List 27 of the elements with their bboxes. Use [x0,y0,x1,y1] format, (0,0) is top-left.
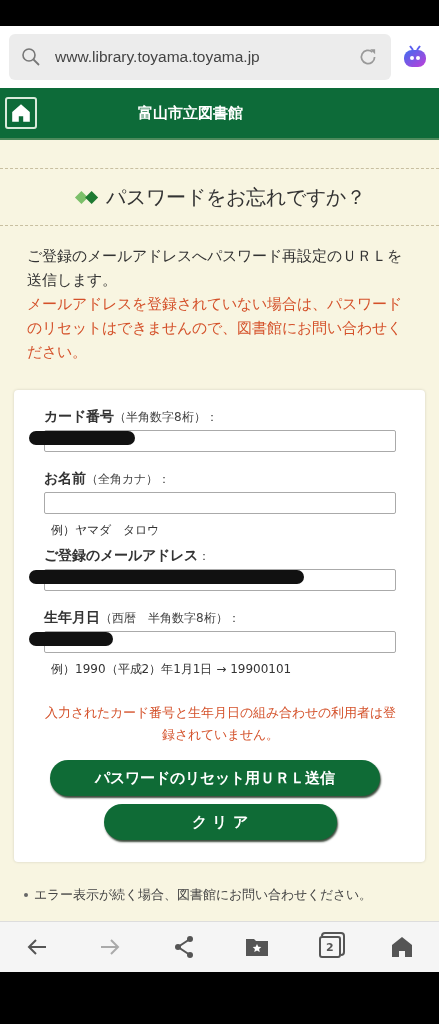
field-hint: （半角数字8桁）： [114,409,218,426]
field-hint: （全角カナ）： [86,471,170,488]
field-label: 生年月日 [44,609,100,627]
site-title: 富山市立図書館 [138,103,243,123]
home-button[interactable] [5,97,37,129]
footnote-text: エラー表示が続く場合、図書館にお問い合わせください。 [34,886,372,904]
page-title: パスワードをお忘れですか？ [105,183,366,211]
example-text: 例）1990（平成2）年1月1日 → 19900101 [51,661,293,678]
send-button[interactable]: パスワードのリセット用ＵＲＬ送信 [50,760,380,796]
clear-button[interactable]: ク リ ア [103,804,337,840]
home-icon[interactable] [390,935,415,959]
warning-text: メールアドレスを登録されていない場合は、パスワードのリセットはできませんので、図書館にお問い合わせください。 [27,295,403,362]
input-field[interactable] [44,492,396,514]
url-text: www.library.toyama.toyama.jp [55,48,260,66]
field-label: ご登録のメールアドレス [44,547,198,565]
field-label: カード番号 [44,408,114,426]
intro-text: ご登録のメールアドレスへパスワード再設定のＵＲＬを送信します。 [27,247,403,290]
field-hint: （西暦 半角数字8桁）： [100,610,240,627]
error-message: 入力されたカード番号と生年月日の組み合わせの利用者は登録されていません。 [44,704,396,744]
search-icon [21,47,41,67]
home-icon [10,102,32,124]
field-label: お名前 [44,470,86,488]
diamonds-icon [73,189,100,205]
example-text: 例）ヤマダ タロウ [51,522,160,539]
bullet-dot [24,893,28,897]
field-hint: ： [198,548,210,565]
address-field[interactable]: www.library.toyama.toyama.jp [9,34,391,80]
